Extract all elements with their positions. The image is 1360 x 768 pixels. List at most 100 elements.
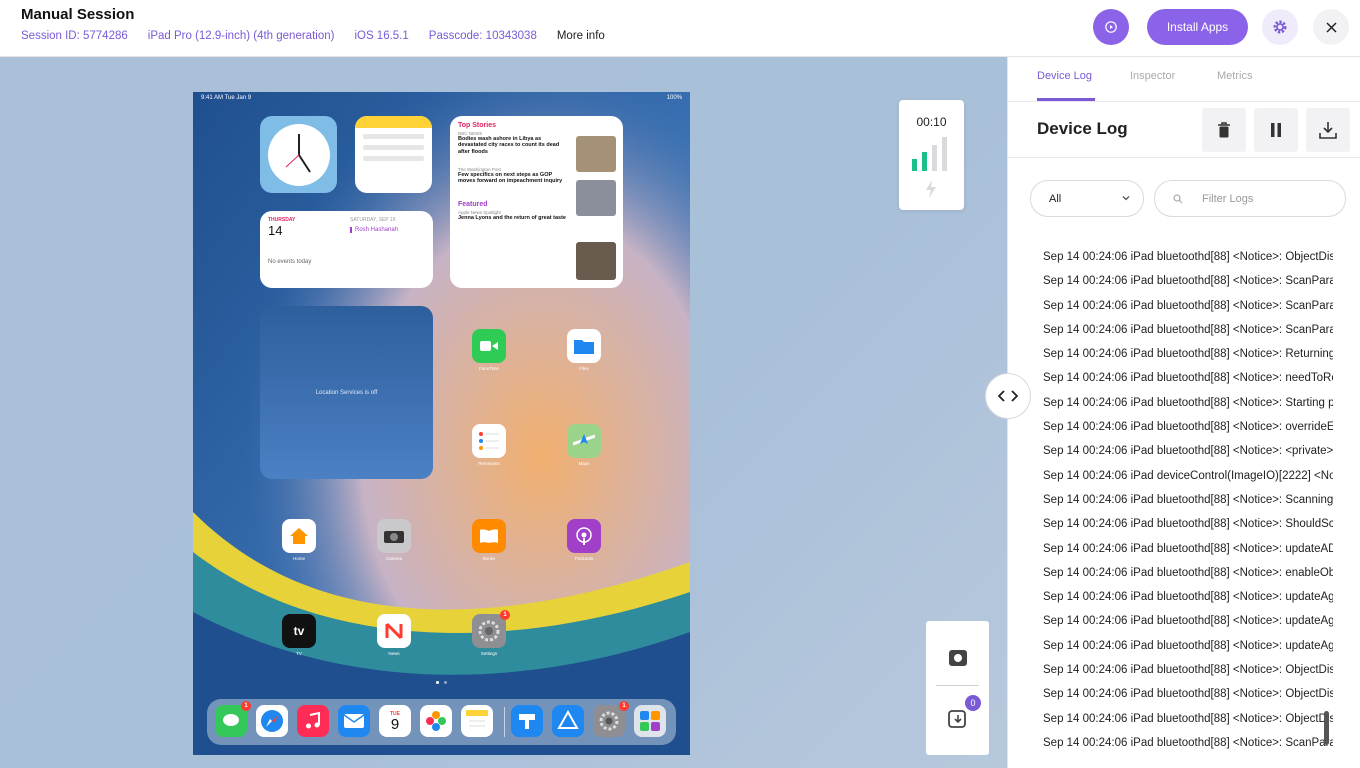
settings-button[interactable] <box>1262 9 1298 45</box>
app-label: FaceTime <box>479 366 499 371</box>
os-version: iOS 16.5.1 <box>354 30 409 42</box>
download-logs-button[interactable] <box>1306 108 1350 152</box>
app-tv[interactable]: tv TV <box>282 614 316 656</box>
messages-icon[interactable]: 1 <box>215 701 251 737</box>
log-level-select[interactable]: All <box>1030 180 1144 217</box>
header-bar: Manual Session Session ID: 5774286 iPad … <box>0 0 1360 57</box>
lightning-icon <box>926 180 936 198</box>
files-icon <box>567 329 601 363</box>
calendar-icon[interactable]: TUE 9 <box>379 705 411 737</box>
news-thumbnail <box>576 242 616 280</box>
log-row: Sep 14 00:24:06 iPad bluetoothd[88] <Not… <box>1043 591 1333 604</box>
app-reminders[interactable]: Reminders <box>472 424 506 466</box>
tab-device-log[interactable]: Device Log <box>1037 70 1092 82</box>
app-files[interactable]: Files <box>567 329 601 371</box>
log-row: Sep 14 00:24:06 iPad bluetoothd[88] <Not… <box>1043 372 1333 385</box>
panel-title: Device Log <box>1037 119 1128 138</box>
more-info-link[interactable]: More info <box>557 30 605 42</box>
home-icon <box>282 519 316 553</box>
search-icon <box>1173 194 1183 204</box>
notes-line <box>363 145 424 150</box>
log-scrollbar[interactable] <box>1324 711 1329 745</box>
location-widget[interactable]: Location Services is off <box>260 306 433 479</box>
calendar-day: 14 <box>268 223 283 238</box>
right-panel: Device Log Inspector Metrics Device Log … <box>1007 57 1360 768</box>
code-chevrons-icon <box>998 390 1018 402</box>
app-books[interactable]: Books <box>472 519 506 561</box>
photos-icon[interactable] <box>420 705 452 737</box>
app-label: Reminders <box>478 461 500 466</box>
log-row: Sep 14 00:24:06 iPad bluetoothd[88] <Not… <box>1043 518 1333 531</box>
play-button[interactable] <box>1093 9 1129 45</box>
log-row: Sep 14 00:24:06 iPad bluetoothd[88] <Not… <box>1043 736 1333 749</box>
device-name: iPad Pro (12.9-inch) (4th generation) <box>147 30 335 42</box>
panel-toggle-button[interactable] <box>985 373 1031 419</box>
app-news[interactable]: News <box>377 614 411 656</box>
log-row: Sep 14 00:24:06 iPad bluetoothd[88] <Not… <box>1043 396 1333 409</box>
filter-logs-input[interactable] <box>1202 192 1332 205</box>
app-facetime[interactable]: FaceTime <box>472 329 506 371</box>
app-label: Settings <box>480 651 498 656</box>
news-widget[interactable]: Top Stories NBC NEWS Bodies wash ashore … <box>450 116 623 288</box>
tab-inspector[interactable]: Inspector <box>1130 70 1175 82</box>
notes-widget[interactable] <box>355 116 432 193</box>
session-id: Session ID: 5774286 <box>21 30 128 42</box>
device-stage: 9:41 AM Tue Jan 9 100% Top Stories NBC N… <box>0 57 1007 768</box>
ipad-status-bar: 9:41 AM Tue Jan 9 100% <box>201 95 682 101</box>
log-row: Sep 14 00:24:06 iPad bluetoothd[88] <Not… <box>1043 664 1333 677</box>
app-maps[interactable]: Maps <box>567 424 601 466</box>
maps-icon <box>567 424 601 458</box>
log-row: Sep 14 00:24:06 iPad deviceControl(Image… <box>1043 469 1333 482</box>
app-podcasts[interactable]: Podcasts <box>567 519 601 561</box>
log-row: Sep 14 00:24:06 iPad bluetoothd[88] <Not… <box>1043 712 1333 725</box>
notes-icon[interactable] <box>461 705 493 737</box>
settings-app-icon: 1 <box>472 610 510 648</box>
notification-badge: 1 <box>241 701 251 711</box>
news-headline: Bodies wash ashore in Libya as devastate… <box>458 136 560 155</box>
page-indicator[interactable] <box>436 681 447 684</box>
install-apps-button[interactable]: Install Apps <box>1147 9 1248 45</box>
books-icon <box>472 519 506 553</box>
log-row: Sep 14 00:24:06 iPad bluetoothd[88] <Not… <box>1043 275 1333 288</box>
podcasts-icon <box>567 519 601 553</box>
clear-logs-button[interactable] <box>1202 108 1246 152</box>
testflight-icon[interactable] <box>552 705 584 737</box>
recordings-icon[interactable] <box>948 710 968 728</box>
session-meta: Session ID: 5774286 iPad Pro (12.9-inch)… <box>21 30 605 42</box>
pause-logs-button[interactable] <box>1254 108 1298 152</box>
page-dot <box>444 681 447 684</box>
close-button[interactable] <box>1313 9 1349 45</box>
timer-value: 00:10 <box>916 115 947 129</box>
music-icon[interactable] <box>297 705 329 737</box>
active-tab-indicator <box>1037 98 1095 101</box>
safari-icon[interactable] <box>256 705 288 737</box>
app-label: Books <box>482 556 496 561</box>
calendar-widget[interactable]: THURSDAY 14 SATURDAY, SEP 16 Rosh Hashan… <box>260 211 433 288</box>
tv-icon-text: tv <box>293 624 305 638</box>
toolbar-divider <box>936 685 979 686</box>
filter-logs-field[interactable] <box>1154 180 1346 217</box>
log-row: Sep 14 00:24:06 iPad bluetoothd[88] <Not… <box>1043 566 1333 579</box>
calendar-icon-num: 9 <box>390 715 400 733</box>
app-home[interactable]: Home <box>282 519 316 561</box>
tab-metrics[interactable]: Metrics <box>1217 70 1252 82</box>
log-row: Sep 14 00:24:06 iPad bluetoothd[88] <Not… <box>1043 688 1333 701</box>
location-text: Location Services is off <box>315 389 378 396</box>
notification-badge: 1 <box>500 610 510 620</box>
news-thumbnail <box>576 180 616 216</box>
settings-dock-icon[interactable]: 1 <box>593 701 629 737</box>
app-camera[interactable]: Camera <box>377 519 411 561</box>
log-row: Sep 14 00:24:06 iPad bluetoothd[88] <Not… <box>1043 348 1333 361</box>
calendar-empty: No events today <box>268 259 312 265</box>
app-library-icon[interactable] <box>634 705 666 737</box>
app-settings[interactable]: 1 Settings <box>472 610 510 656</box>
screenshot-icon[interactable] <box>948 649 968 667</box>
log-row-partial <box>1043 235 1333 245</box>
clock-widget[interactable] <box>260 116 337 193</box>
remote-app-icon[interactable] <box>511 705 543 737</box>
mail-icon[interactable] <box>338 705 370 737</box>
log-list[interactable]: Sep 14 00:24:06 iPad bluetoothd[88] <Not… <box>1043 235 1333 765</box>
play-icon <box>1105 21 1117 33</box>
ipad-screen[interactable]: 9:41 AM Tue Jan 9 100% Top Stories NBC N… <box>193 92 690 755</box>
app-label: TV <box>296 651 302 656</box>
